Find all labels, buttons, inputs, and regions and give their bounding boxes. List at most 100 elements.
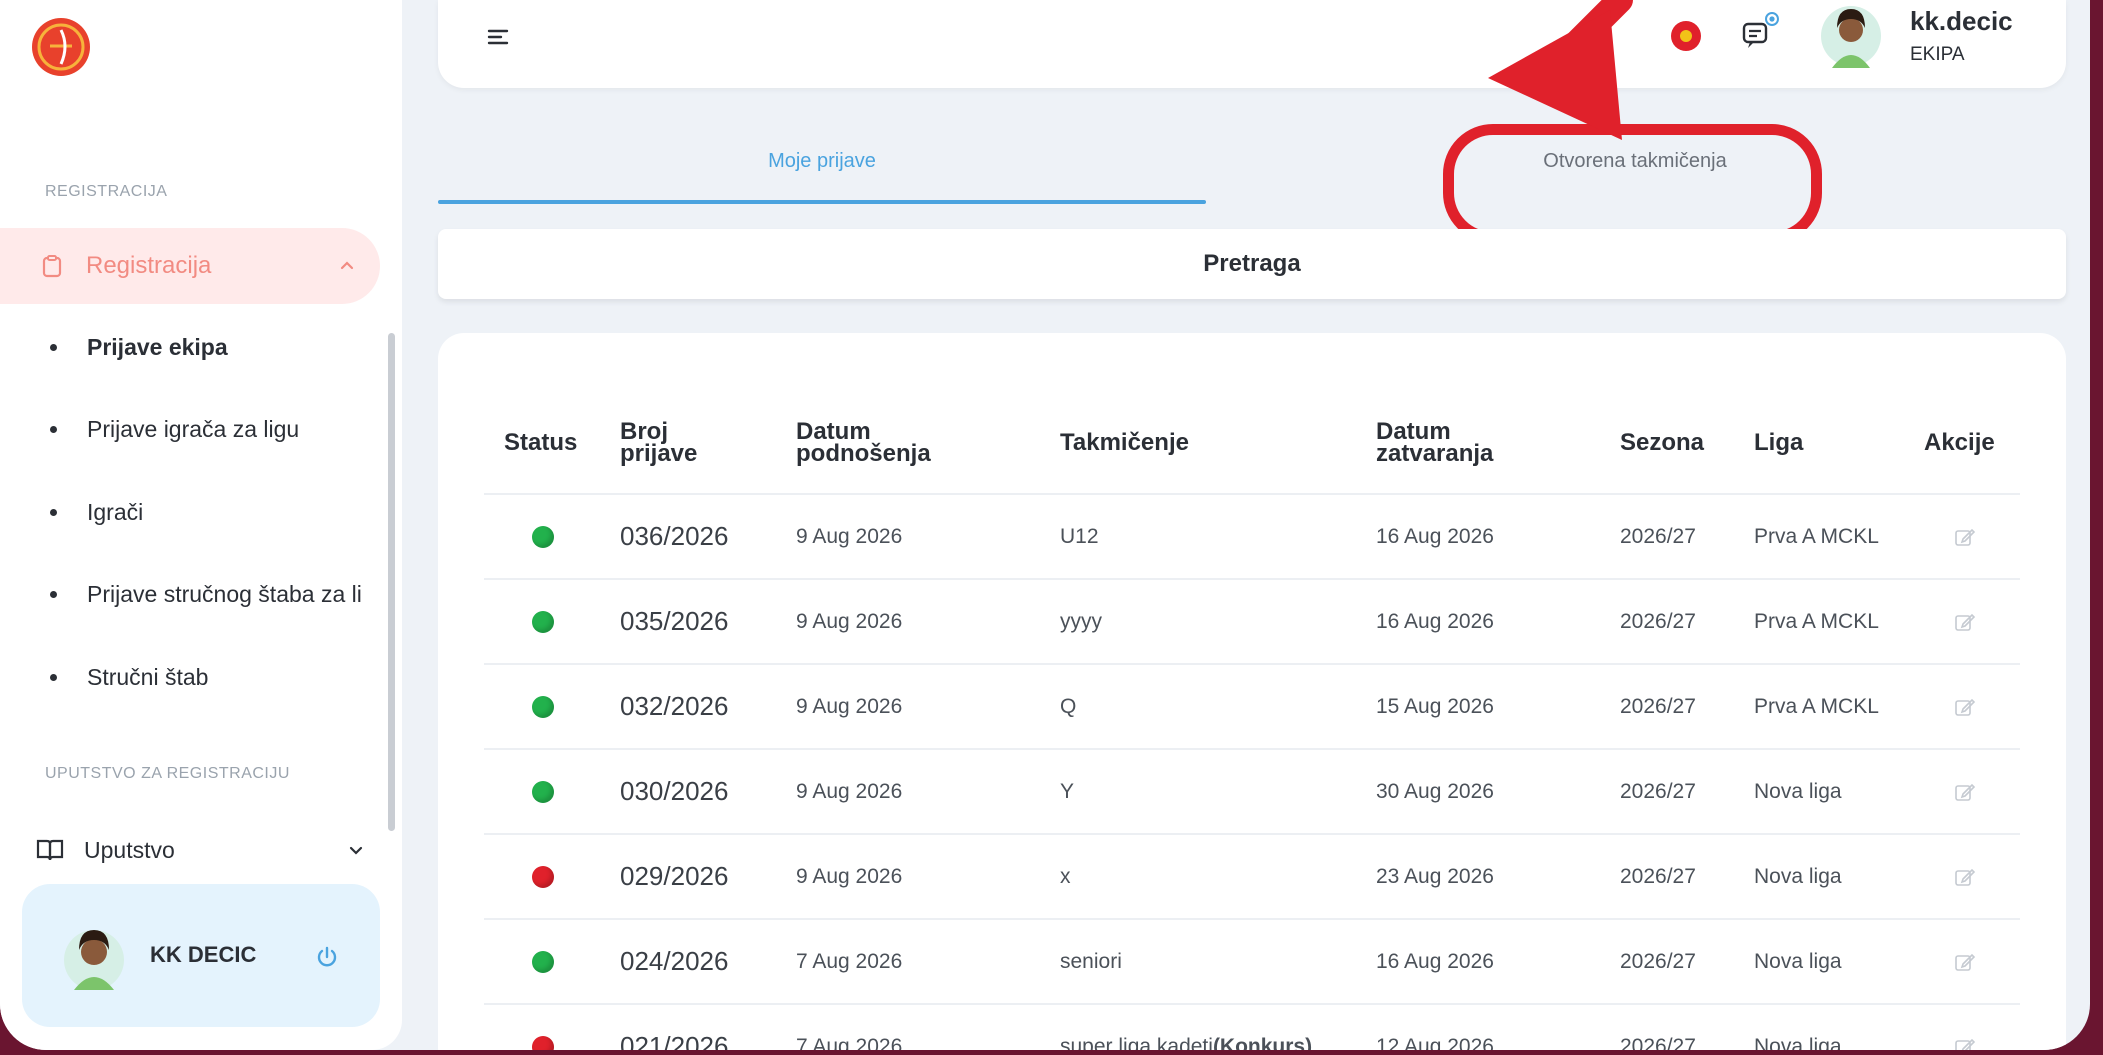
edit-icon[interactable]	[1954, 951, 1976, 973]
edit-icon[interactable]	[1954, 1036, 1976, 1051]
sidebar-scrollbar[interactable]	[388, 333, 395, 831]
takmicenje-cell: x	[1060, 835, 1071, 918]
edit-icon[interactable]	[1954, 781, 1976, 803]
takmicenje-cell: Q	[1060, 665, 1076, 748]
takmicenje-name: Q	[1060, 694, 1077, 718]
status-dot-icon	[532, 865, 554, 888]
sidebar-item-uputstvo[interactable]: Uputstvo	[36, 830, 366, 870]
avatar[interactable]	[1820, 2, 1882, 68]
datum-zatvaranja-cell: 12 Aug 2026	[1376, 1034, 1494, 1051]
bullet-icon	[50, 426, 57, 433]
akcije-cell	[1954, 835, 1976, 918]
sidebar-item-registracija[interactable]: Registracija	[0, 228, 380, 304]
broj-prijave-cell: 021/2026	[620, 1031, 729, 1050]
status-cell	[532, 1005, 554, 1050]
akcije-cell	[1954, 495, 1976, 578]
sezona-cell: 2026/27	[1620, 779, 1696, 803]
takmicenje-name: U12	[1060, 524, 1099, 548]
sidebar-item-igraci[interactable]: Igrači	[50, 499, 143, 526]
table-row[interactable]: 021/2026 7 Aug 2026 super liga kadeti (K…	[484, 1005, 2020, 1050]
sidebar-item-prijave-ekipa[interactable]: Prijave ekipa	[50, 334, 228, 361]
liga-cell: Nova liga	[1754, 949, 1842, 973]
status-dot-icon	[532, 610, 554, 633]
status-cell	[532, 920, 554, 1003]
akcije-cell	[1954, 580, 1976, 663]
datum-podnosenja-cell: 9 Aug 2026	[796, 694, 903, 718]
column-header-akcije: Akcije	[1924, 429, 1995, 456]
chat-icon[interactable]	[1738, 10, 1782, 54]
search-toggle[interactable]: Pretraga	[438, 229, 2066, 299]
table-row[interactable]: 030/2026 9 Aug 2026 Y 30 Aug 2026 2026/2…	[484, 750, 2020, 835]
sidebar-item-label: Igrači	[87, 499, 144, 525]
section-label-registration: REGISTRACIJA	[45, 183, 168, 200]
chevron-down-icon	[349, 846, 363, 855]
sezona-cell: 2026/27	[1620, 864, 1696, 888]
table-row[interactable]: 029/2026 9 Aug 2026 x 23 Aug 2026 2026/2…	[484, 835, 2020, 920]
annotation-arrow-icon	[1488, 0, 1633, 140]
app-frame: REGISTRACIJA Registracija Prijave ekipa …	[0, 0, 2090, 1050]
liga-cell: Nova liga	[1754, 864, 1842, 888]
applications-table: Status Broj prijave Datum podnošenja Tak…	[438, 333, 2066, 1050]
column-header-liga[interactable]: Liga	[1754, 393, 1803, 493]
sezona-cell: 2026/27	[1620, 524, 1696, 548]
table-row[interactable]: 032/2026 9 Aug 2026 Q 15 Aug 2026 2026/2…	[484, 665, 2020, 750]
datum-podnosenja-cell: 7 Aug 2026	[796, 1034, 903, 1051]
user-name: KK DECIC	[150, 942, 257, 967]
bullet-icon	[50, 591, 57, 598]
status-dot-icon	[532, 780, 554, 803]
datum-podnosenja-cell: 9 Aug 2026	[796, 609, 903, 633]
status-cell	[532, 750, 554, 833]
sezona-cell: 2026/27	[1620, 949, 1696, 973]
bullet-icon	[50, 674, 57, 681]
table-row[interactable]: 024/2026 7 Aug 2026 seniori 16 Aug 2026 …	[484, 920, 2020, 1005]
power-icon[interactable]	[314, 944, 340, 970]
hamburger-icon[interactable]	[486, 26, 510, 50]
book-icon	[36, 839, 64, 861]
club-logo-icon[interactable]	[30, 16, 92, 78]
column-header-status[interactable]: Status	[504, 393, 577, 493]
takmicenje-cell: super liga kadeti (Konkurs)	[1060, 1005, 1312, 1051]
edit-icon[interactable]	[1954, 526, 1976, 548]
header-role: EKIPA	[1910, 44, 1965, 65]
takmicenje-name: super liga kadeti	[1060, 1034, 1213, 1051]
edit-icon[interactable]	[1954, 611, 1976, 633]
status-dot-icon	[532, 525, 554, 548]
sidebar: REGISTRACIJA Registracija Prijave ekipa …	[0, 0, 402, 1050]
status-dot-icon	[532, 1035, 554, 1050]
takmicenje-cell: yyyy	[1060, 580, 1102, 663]
column-header-datum-zatvaranja[interactable]: Datum zatvaranja	[1376, 393, 1536, 493]
table-row[interactable]: 035/2026 9 Aug 2026 yyyy 16 Aug 2026 202…	[484, 580, 2020, 665]
column-header-datum-podnosenja[interactable]: Datum podnošenja	[796, 393, 966, 493]
broj-prijave-cell: 029/2026	[620, 861, 729, 891]
datum-zatvaranja-cell: 23 Aug 2026	[1376, 864, 1494, 888]
sidebar-item-prijave-strucnog-staba[interactable]: Prijave stručnog štaba za li	[50, 581, 362, 608]
datum-zatvaranja-cell: 16 Aug 2026	[1376, 524, 1494, 548]
broj-prijave-cell: 024/2026	[620, 946, 729, 976]
datum-podnosenja-cell: 9 Aug 2026	[796, 779, 903, 803]
column-header-takmicenje[interactable]: Takmičenje	[1060, 393, 1189, 493]
datum-zatvaranja-cell: 16 Aug 2026	[1376, 609, 1494, 633]
user-card: KK DECIC	[22, 884, 380, 1027]
edit-icon[interactable]	[1954, 696, 1976, 718]
table-body: 036/2026 9 Aug 2026 U12 16 Aug 2026 2026…	[484, 495, 2020, 1050]
datum-zatvaranja-cell: 15 Aug 2026	[1376, 694, 1494, 718]
header-username: kk.decic	[1910, 6, 2013, 36]
takmicenje-name: seniori	[1060, 949, 1122, 973]
akcije-cell	[1954, 665, 1976, 748]
tab-moje-prijave[interactable]: Moje prijave	[438, 150, 1206, 173]
column-header-broj-prijave[interactable]: Broj prijave	[620, 393, 730, 493]
column-header-sezona[interactable]: Sezona	[1620, 393, 1704, 493]
sidebar-item-prijave-igraca[interactable]: Prijave igrača za ligu	[50, 416, 299, 443]
sidebar-item-strucni-stab[interactable]: Stručni štab	[50, 664, 208, 691]
sidebar-item-label: Uputstvo	[84, 836, 175, 863]
chevron-up-icon	[340, 261, 354, 270]
liga-cell: Prva A MCKL	[1754, 524, 1879, 548]
sezona-cell: 2026/27	[1620, 694, 1696, 718]
table-row[interactable]: 036/2026 9 Aug 2026 U12 16 Aug 2026 2026…	[484, 495, 2020, 580]
edit-icon[interactable]	[1954, 866, 1976, 888]
liga-cell: Nova liga	[1754, 1034, 1842, 1051]
datum-zatvaranja-cell: 30 Aug 2026	[1376, 779, 1494, 803]
takmicenje-cell: U12	[1060, 495, 1099, 578]
avatar[interactable]	[62, 922, 126, 992]
broj-prijave-cell: 035/2026	[620, 606, 729, 636]
